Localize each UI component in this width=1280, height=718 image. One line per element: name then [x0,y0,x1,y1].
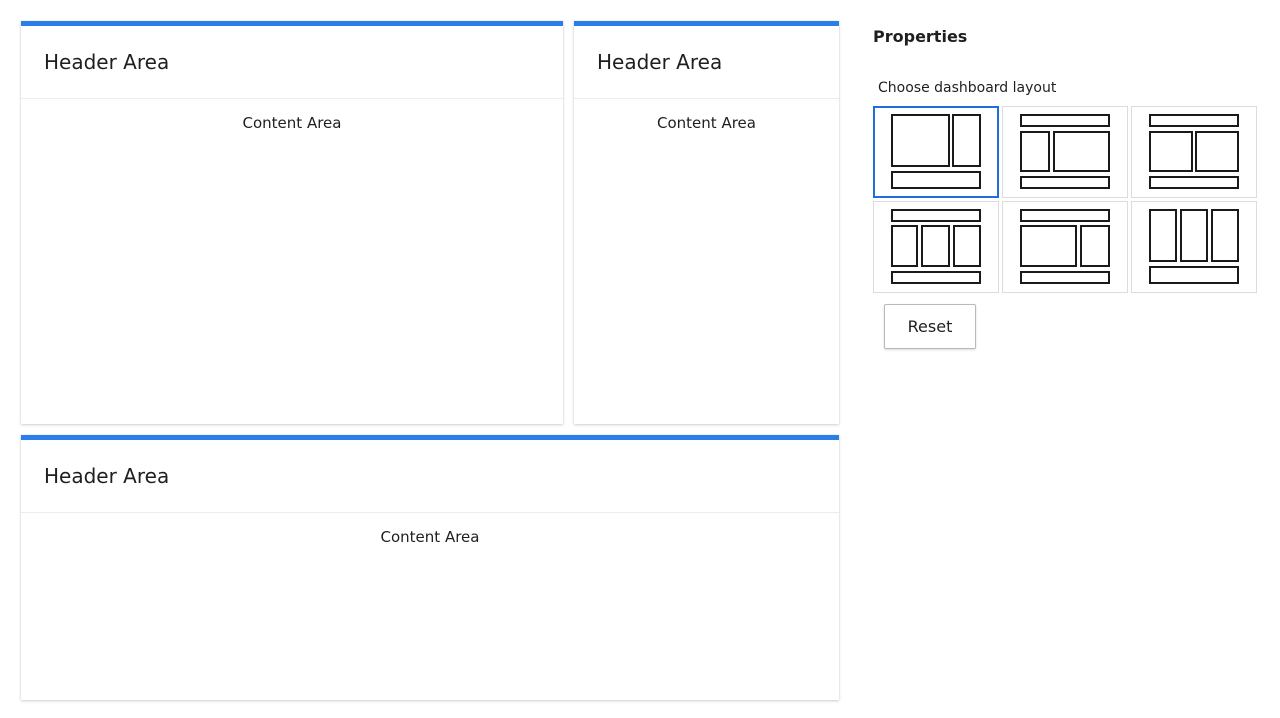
layout-chooser-grid [873,106,1257,293]
layout-5-icon [1020,209,1110,284]
panel-header: Header Area [574,26,839,99]
panel-header: Header Area [21,26,563,99]
layout-1-icon [891,114,981,189]
dashboard-panel-3: Header Area Content Area [21,435,839,700]
layout-option-2[interactable] [1002,106,1128,198]
layout-6-icon [1149,209,1239,284]
panel-header: Header Area [21,440,839,513]
layout-2-icon [1020,114,1110,189]
layout-option-4[interactable] [873,201,999,293]
properties-title: Properties [873,27,968,46]
layout-4-icon [891,209,981,284]
panel-content: Content Area [657,114,756,132]
dashboard-panel-2: Header Area Content Area [574,21,839,424]
panel-content: Content Area [380,528,480,546]
layout-3-icon [1149,114,1239,189]
reset-button[interactable]: Reset [884,304,976,349]
layout-option-3[interactable] [1131,106,1257,198]
properties-panel: Properties Choose dashboard layout Reset [873,26,1257,349]
layout-chooser-label: Choose dashboard layout [878,80,1057,96]
panel-content: Content Area [242,114,342,132]
layout-option-1[interactable] [873,106,999,198]
dashboard-panel-1: Header Area Content Area [21,21,563,424]
layout-option-6[interactable] [1131,201,1257,293]
layout-option-5[interactable] [1002,201,1128,293]
